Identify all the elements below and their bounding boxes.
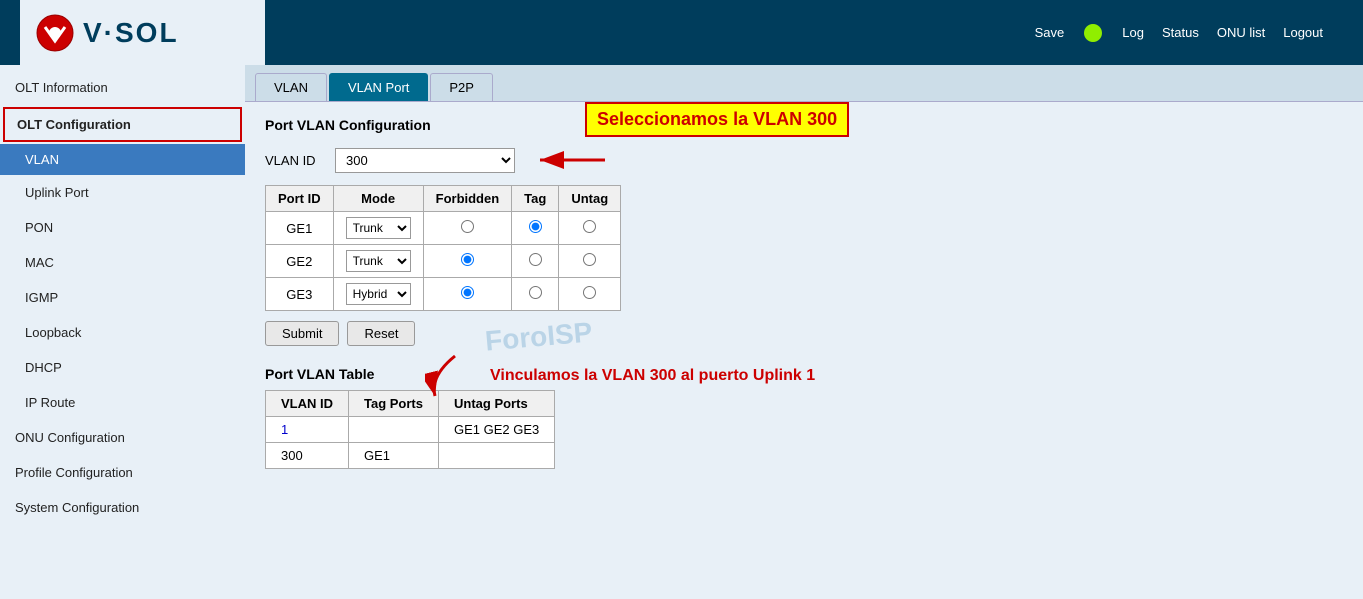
logo-text: V·SOL [83,17,179,49]
sidebar-item-ip-route[interactable]: IP Route [0,385,245,420]
forbidden-ge3 [423,278,512,311]
sidebar-item-system-config[interactable]: System Configuration [0,490,245,525]
forbidden-ge1 [423,212,512,245]
tab-vlan-port[interactable]: VLAN Port [329,73,428,101]
annotation-vinculamos: Vinculamos la VLAN 300 al puerto Uplink … [490,367,815,385]
layout: OLT Information OLT Configuration VLAN U… [0,65,1363,599]
content-area: Seleccionamos la VLAN 300 Port VLAN Conf… [245,102,1363,484]
tag-ge3 [512,278,559,311]
tab-bar: VLAN VLAN Port P2P [245,65,1363,102]
sidebar-item-dhcp[interactable]: DHCP [0,350,245,385]
vlan-id-label: VLAN ID [265,153,325,168]
btn-annotation-area: Submit Reset ForoISP [265,321,1343,346]
untag-ge1 [559,212,621,245]
tag-ge1 [512,212,559,245]
port-id-ge2: GE2 [266,245,334,278]
vsol-logo-icon [35,13,75,53]
arrow-to-dropdown [530,145,610,175]
col-port-id: Port ID [266,186,334,212]
table-row: 300 GE1 [266,443,555,469]
mode-ge2: Access Trunk Hybrid [333,245,423,278]
annotation-vlan-300: Seleccionamos la VLAN 300 [585,102,849,137]
table-row: GE2 Access Trunk Hybrid [266,245,621,278]
table-row: GE3 Access Trunk Hybrid [266,278,621,311]
sidebar-item-vlan[interactable]: VLAN [0,144,245,175]
tag-radio-ge1[interactable] [529,220,542,233]
logo-area: V·SOL [20,0,265,65]
mode-ge3: Access Trunk Hybrid [333,278,423,311]
sidebar: OLT Information OLT Configuration VLAN U… [0,65,245,599]
untag-ports-300 [439,443,555,469]
sidebar-item-profile-config[interactable]: Profile Configuration [0,455,245,490]
header-links: Log Status ONU list Logout [1122,25,1323,40]
config-section-wrapper: Seleccionamos la VLAN 300 Port VLAN Conf… [265,117,1343,346]
untag-ge2 [559,245,621,278]
tag-ge2 [512,245,559,278]
vlan-table-col-id: VLAN ID [266,391,349,417]
table-row: GE1 Access Trunk Hybrid [266,212,621,245]
col-mode: Mode [333,186,423,212]
onu-list-link[interactable]: ONU list [1217,25,1265,40]
logout-link[interactable]: Logout [1283,25,1323,40]
tag-radio-ge3[interactable] [529,286,542,299]
untag-radio-ge3[interactable] [583,286,596,299]
col-untag: Untag [559,186,621,212]
reset-button[interactable]: Reset [347,321,415,346]
untag-radio-ge1[interactable] [583,220,596,233]
arrow2-icon [425,351,485,401]
sidebar-item-onu-config[interactable]: ONU Configuration [0,420,245,455]
main-content: VLAN VLAN Port P2P Seleccionamos la VLAN… [245,65,1363,599]
mode-select-ge2[interactable]: Access Trunk Hybrid [346,250,411,272]
tab-p2p[interactable]: P2P [430,73,493,101]
sidebar-item-olt-info[interactable]: OLT Information [0,70,245,105]
vlan-id-select[interactable]: 300 1 [335,148,515,173]
sidebar-item-pon[interactable]: PON [0,210,245,245]
tab-vlan[interactable]: VLAN [255,73,327,101]
header-right: Save Log Status ONU list Logout [265,24,1343,42]
mode-select-ge3[interactable]: Access Trunk Hybrid [346,283,411,305]
header: V·SOL Save Log Status ONU list Logout [0,0,1363,65]
forbidden-radio-ge3[interactable] [461,286,474,299]
save-button[interactable]: Save [1035,25,1065,40]
mode-ge1: Access Trunk Hybrid [333,212,423,245]
status-indicator [1084,24,1102,42]
untag-radio-ge2[interactable] [583,253,596,266]
vlan-id-row: VLAN ID 300 1 [265,145,1343,175]
btn-row: Submit Reset [265,321,1343,346]
sidebar-item-uplink-port[interactable]: Uplink Port [0,175,245,210]
tag-radio-ge2[interactable] [529,253,542,266]
mode-select-ge1[interactable]: Access Trunk Hybrid [346,217,411,239]
port-id-ge1: GE1 [266,212,334,245]
submit-button[interactable]: Submit [265,321,339,346]
untag-ge3 [559,278,621,311]
col-forbidden: Forbidden [423,186,512,212]
sidebar-item-loopback[interactable]: Loopback [0,315,245,350]
port-config-table: Port ID Mode Forbidden Tag Untag GE1 [265,185,621,311]
log-link[interactable]: Log [1122,25,1144,40]
tag-ports-300: GE1 [349,443,439,469]
forbidden-radio-ge1[interactable] [461,220,474,233]
forbidden-ge2 [423,245,512,278]
vlan-id-1: 1 [266,417,349,443]
forbidden-radio-ge2[interactable] [461,253,474,266]
annotation2-area: Vinculamos la VLAN 300 al puerto Uplink … [425,351,815,401]
sidebar-item-olt-config[interactable]: OLT Configuration [3,107,242,142]
col-tag: Tag [512,186,559,212]
port-id-ge3: GE3 [266,278,334,311]
vlan-table: VLAN ID Tag Ports Untag Ports 1 GE1 GE2 … [265,390,555,469]
sidebar-item-mac[interactable]: MAC [0,245,245,280]
vlan-id-300: 300 [266,443,349,469]
table-row: 1 GE1 GE2 GE3 [266,417,555,443]
sidebar-item-igmp[interactable]: IGMP [0,280,245,315]
status-link[interactable]: Status [1162,25,1199,40]
untag-ports-1: GE1 GE2 GE3 [439,417,555,443]
tag-ports-1 [349,417,439,443]
